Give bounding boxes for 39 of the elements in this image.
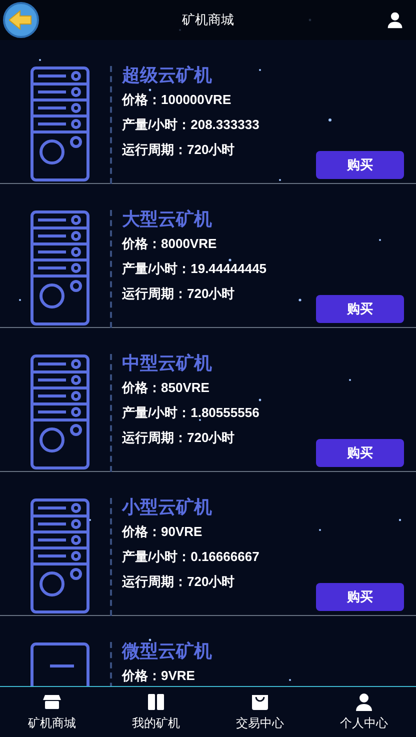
server-icon — [30, 66, 90, 182]
output-text: 产量/小时：0.16666667 — [122, 548, 260, 566]
server-icon — [30, 642, 90, 686]
buy-button[interactable]: 购买 — [316, 295, 404, 323]
buy-button[interactable]: 购买 — [316, 151, 404, 179]
price-text: 价格：90VRE — [122, 523, 204, 541]
bag-icon — [250, 692, 270, 712]
period-text: 运行周期：720小时 — [122, 429, 236, 447]
machine-title: 超级云矿机 — [122, 64, 213, 86]
nav-tab[interactable]: 我的矿机 — [104, 687, 208, 737]
machine-title: 小型云矿机 — [122, 496, 213, 518]
machine-title: 微型云矿机 — [122, 640, 212, 662]
machine-title: 中型云矿机 — [122, 352, 213, 374]
person-icon — [386, 11, 404, 29]
output-text: 产量/小时：208.333333 — [122, 116, 260, 134]
period-text: 运行周期：720小时 — [122, 573, 236, 591]
price-text: 价格：100000VRE — [122, 91, 232, 109]
price-text: 价格：9VRE — [122, 667, 196, 685]
nav-tab[interactable]: 矿机商城 — [0, 687, 104, 737]
back-button[interactable] — [3, 2, 39, 38]
period-text: 运行周期：720小时 — [122, 285, 236, 303]
store-icon — [42, 692, 62, 712]
output-text: 产量/小时：19.44444445 — [122, 260, 267, 278]
period-text: 运行周期：720小时 — [122, 141, 236, 159]
output-text: 产量/小时：1.80555556 — [122, 404, 260, 422]
server-icon — [30, 354, 90, 470]
book-icon — [146, 692, 166, 712]
server-icon — [30, 210, 90, 326]
nav-tab[interactable]: 交易中心 — [208, 687, 312, 737]
machine-title: 大型云矿机 — [122, 208, 213, 230]
price-text: 价格：850VRE — [122, 379, 210, 397]
buy-button[interactable]: 购买 — [316, 439, 404, 467]
nav-tab[interactable]: 个人中心 — [312, 687, 416, 737]
arrow-left-icon — [9, 10, 33, 30]
price-text: 价格：8000VRE — [122, 235, 218, 253]
page-title: 矿机商城 — [182, 11, 234, 30]
person-icon — [354, 692, 374, 712]
server-icon — [30, 498, 90, 614]
buy-button[interactable]: 购买 — [316, 583, 404, 611]
